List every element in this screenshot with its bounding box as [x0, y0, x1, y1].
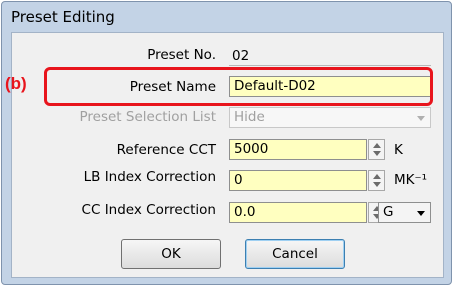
preset-selection-list-select[interactable]: Hide	[229, 107, 431, 128]
reference-cct-label: Reference CCT	[116, 142, 216, 158]
cc-index-correction-unit: G	[383, 204, 394, 220]
annotation-label: (b)	[5, 74, 27, 93]
preset-no-value: 02	[229, 46, 431, 66]
chevron-down-icon	[417, 116, 425, 121]
lb-index-correction-unit: MK⁻¹	[394, 172, 428, 188]
spin-up-icon	[373, 143, 381, 148]
reference-cct-text: 5000	[234, 141, 269, 157]
cc-index-correction-input[interactable]: 0.0	[229, 202, 367, 223]
cancel-button[interactable]: Cancel	[245, 239, 345, 269]
cc-index-correction-unit-select[interactable]: G	[378, 202, 431, 223]
chevron-down-icon	[417, 211, 425, 216]
reference-cct-unit: K	[394, 142, 403, 158]
preset-no-label: Preset No.	[147, 47, 216, 63]
reference-cct-input[interactable]: 5000	[229, 139, 367, 160]
preset-selection-list-label: Preset Selection List	[79, 109, 217, 125]
reference-cct-spinner[interactable]	[368, 139, 385, 160]
spin-up-icon	[373, 174, 381, 179]
spin-down-icon	[373, 182, 381, 187]
cc-index-correction-text: 0.0	[234, 204, 256, 220]
cc-index-correction-label: CC Index Correction	[81, 202, 216, 218]
title-bar: Preset Editing	[2, 2, 451, 32]
dialog-title: Preset Editing	[11, 8, 115, 26]
lb-index-correction-spinner[interactable]	[368, 170, 385, 191]
spin-down-icon	[373, 151, 381, 156]
preset-no-text: 02	[232, 48, 250, 64]
highlight-box	[44, 67, 433, 106]
lb-index-correction-text: 0	[234, 172, 243, 188]
lb-index-correction-input[interactable]: 0	[229, 170, 367, 191]
preset-selection-list-value: Hide	[234, 109, 265, 125]
ok-button[interactable]: OK	[121, 239, 221, 269]
lb-index-correction-label: LB Index Correction	[83, 169, 216, 185]
